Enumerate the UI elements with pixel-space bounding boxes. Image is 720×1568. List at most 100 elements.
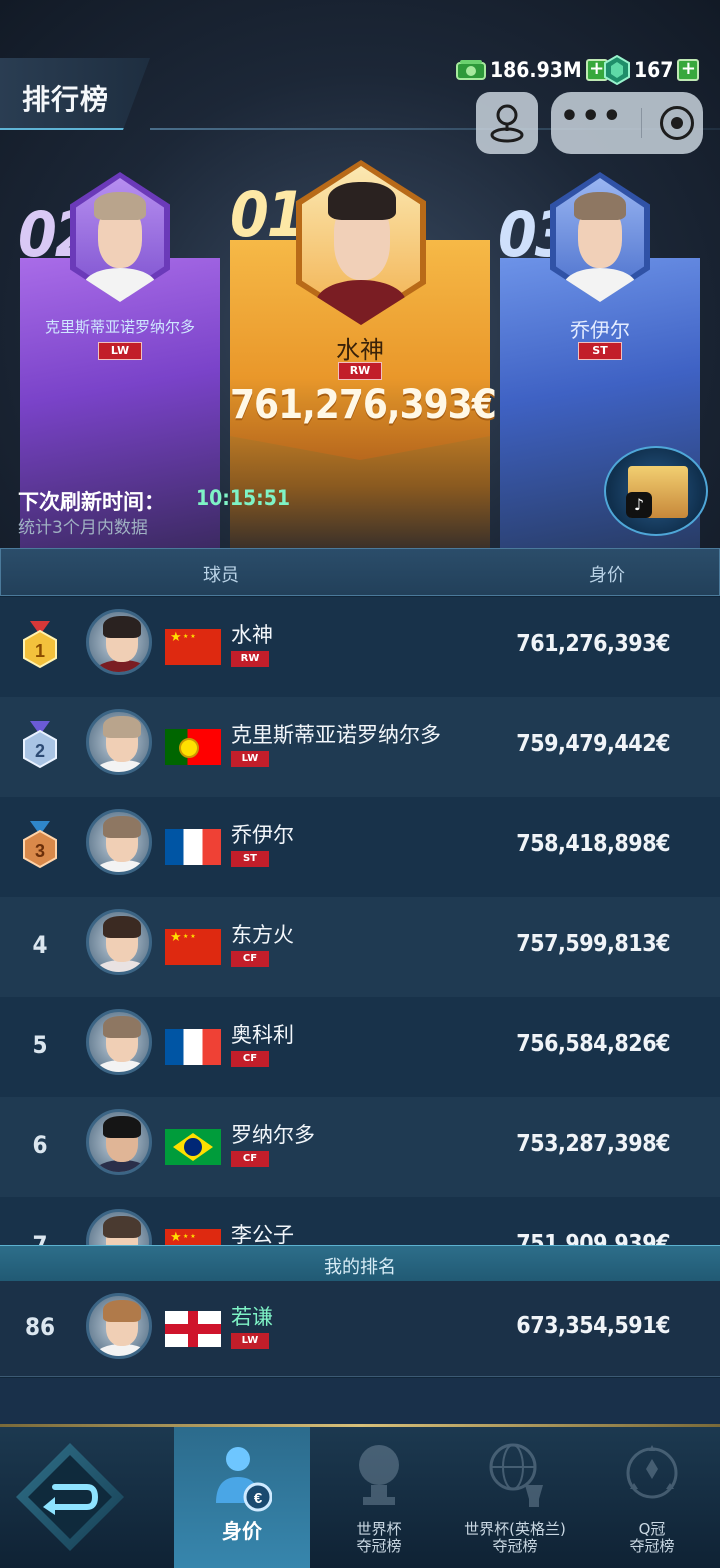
cash-value: 186.93M [490, 58, 582, 82]
add-gems-button[interactable]: + [677, 59, 700, 81]
position-badge: LW [231, 751, 269, 767]
position-badge: ST [578, 342, 622, 360]
podium-rank-first: 01 [230, 178, 306, 251]
table-row[interactable]: 5 奥科利 CF 756,584,826€ [0, 997, 720, 1097]
player-avatar [86, 1109, 152, 1175]
rank-number: 7 [32, 1231, 48, 1245]
capsule-separator [641, 108, 643, 138]
close-target-icon[interactable] [660, 106, 695, 140]
bronze-medal-icon: 3 [23, 821, 57, 869]
player-avatar [86, 709, 152, 775]
cash-icon [456, 60, 486, 80]
player-name: 水神 [231, 623, 273, 647]
page-title: 排行榜 [22, 83, 110, 116]
rank-number: 5 [32, 1031, 48, 1059]
position-badge: LW [231, 1333, 269, 1349]
tab-label: 世界杯 夺冠榜 [356, 1520, 402, 1555]
refresh-countdown: 10:15:51 [196, 486, 290, 510]
flag-england [165, 1311, 221, 1347]
rank-number: 6 [32, 1131, 48, 1159]
podium-name-third: 乔伊尔 [570, 318, 630, 342]
player-value: 759,479,442€ [516, 731, 670, 757]
position-badge: RW [231, 651, 269, 667]
bottom-nav: € 身价 世界杯 夺冠榜 世界杯(英格兰) 夺冠榜 Q冠 夺冠榜 [0, 1427, 720, 1568]
my-rank-header: 我的排名 [0, 1245, 720, 1281]
cash-counter: 186.93M + [456, 54, 608, 86]
tab-label: 身价 [222, 1519, 262, 1543]
silver-medal-icon: 2 [23, 721, 57, 769]
position-badge: ST [231, 851, 269, 867]
refresh-note: 统计3个月内数据 [18, 518, 148, 538]
player-name: 李公子 [231, 1223, 294, 1245]
player-value: 753,287,398€ [516, 1131, 670, 1157]
gift-box-button[interactable]: ♪ [604, 446, 708, 536]
player-value: 757,599,813€ [516, 931, 670, 957]
table-row[interactable]: 6 罗纳尔多 CF 753,287,398€ [0, 1097, 720, 1197]
miniprogram-capsule: ••• [551, 92, 703, 154]
svg-text:2: 2 [35, 741, 45, 761]
player-name: 东方火 [231, 923, 294, 947]
player-value: 751,909,939€ [516, 1231, 670, 1245]
player-avatar [86, 609, 152, 675]
column-header-value: 身价 [589, 565, 625, 586]
tab-value[interactable]: € 身价 [174, 1427, 310, 1568]
my-rank-title: 我的排名 [324, 1257, 396, 1278]
player-value: 673,354,591€ [516, 1313, 670, 1339]
gem-icon [604, 55, 630, 85]
flag-china [165, 929, 221, 965]
leaderboard-hero: 排行榜 186.93M + 167 + ••• 02 01 03 克里斯蒂亚诺罗… [0, 0, 720, 548]
podium-name-second: 克里斯蒂亚诺罗纳尔多 [44, 318, 195, 336]
player-value: 758,418,898€ [516, 831, 670, 857]
flag-france [165, 829, 221, 865]
my-rank-row[interactable]: 86 若谦 LW 673,354,591€ [0, 1281, 720, 1377]
world-cup-trophy-icon [359, 1445, 399, 1505]
position-badge: RW [338, 362, 382, 380]
tab-label: Q冠 夺冠榜 [629, 1520, 675, 1555]
globe-trophy-icon [489, 1443, 543, 1507]
table-row[interactable]: 3 乔伊尔 ST 758,418,898€ [0, 797, 720, 897]
player-avatar [86, 1209, 152, 1245]
table-header: 球员 身价 [0, 548, 720, 596]
tab-champions-league[interactable]: Q冠 夺冠榜 [584, 1427, 720, 1568]
player-value: 756,584,826€ [516, 1031, 670, 1057]
joystick-icon [490, 104, 524, 143]
position-badge: LW [98, 342, 142, 360]
player-value-icon: € [216, 1447, 272, 1512]
player-name: 克里斯蒂亚诺罗纳尔多 [231, 723, 441, 747]
player-name: 乔伊尔 [231, 823, 294, 847]
player-avatar [86, 909, 152, 975]
podium-name-first: 水神 [336, 336, 384, 364]
flag-china [165, 629, 221, 665]
game-avatar-button[interactable] [476, 92, 538, 154]
player-avatar [86, 1293, 152, 1359]
flag-france [165, 1029, 221, 1065]
tab-label: 世界杯(英格兰) 夺冠榜 [464, 1520, 566, 1555]
player-avatar [86, 1009, 152, 1075]
back-button[interactable] [16, 1443, 124, 1551]
gold-medal-icon: 1 [23, 621, 57, 669]
refresh-label: 下次刷新时间： [18, 490, 165, 514]
rank-number: 86 [24, 1313, 56, 1341]
column-header-player: 球员 [203, 565, 239, 586]
table-row[interactable]: 1 水神 RW 761,276,393€ [0, 597, 720, 697]
table-row[interactable]: 4 东方火 CF 757,599,813€ [0, 897, 720, 997]
gem-value: 167 [634, 58, 674, 82]
player-name: 罗纳尔多 [231, 1123, 315, 1147]
player-avatar [86, 809, 152, 875]
flag-portugal [165, 729, 221, 765]
position-badge: CF [231, 1151, 269, 1167]
tab-world-cup-england[interactable]: 世界杯(英格兰) 夺冠榜 [447, 1427, 583, 1568]
table-row[interactable]: 7 李公子 751,909,939€ [0, 1197, 720, 1245]
more-menu-button[interactable]: ••• [560, 99, 624, 134]
podium-value-first: 761,276,393€ [230, 382, 497, 428]
rank-number: 4 [32, 931, 48, 959]
tab-world-cup[interactable]: 世界杯 夺冠榜 [311, 1427, 447, 1568]
ranking-list[interactable]: 1 水神 RW 761,276,393€ 2 克里斯蒂亚诺罗纳尔多 LW 759… [0, 597, 720, 1245]
player-value: 761,276,393€ [516, 631, 670, 657]
flag-china [165, 1229, 221, 1245]
table-row[interactable]: 2 克里斯蒂亚诺罗纳尔多 LW 759,479,442€ [0, 697, 720, 797]
player-name: 若谦 [231, 1305, 273, 1329]
svg-text:1: 1 [35, 641, 45, 661]
tiktok-icon: ♪ [626, 492, 652, 518]
flag-brazil [165, 1129, 221, 1165]
